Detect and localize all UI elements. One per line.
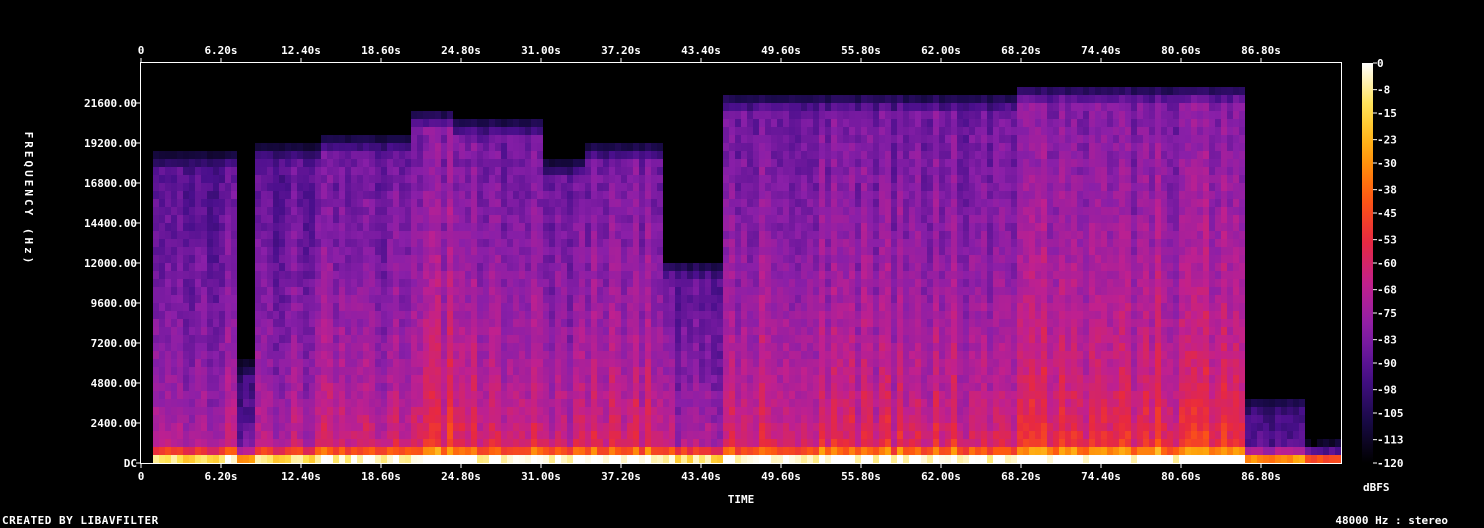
x-tick-bottom-label: 68.20s <box>1001 470 1041 483</box>
colorbar <box>1362 63 1373 463</box>
colorbar-tick-label: -8 <box>1377 84 1390 97</box>
audio-info-text: 48000 Hz : stereo <box>1335 514 1448 527</box>
colorbar-ticks: 0 -8 -15 -23 -30 -38 -45 -53 -60 -68 -75 -83 -90 -98 -… <box>1373 57 1404 470</box>
colorbar-tick-label: -38 <box>1377 184 1397 197</box>
x-tick-bottom-label: 86.80s <box>1241 470 1281 483</box>
x-tick-top-label: 31.00s <box>521 44 561 57</box>
x-tick-bottom-label: 6.20s <box>204 470 237 483</box>
x-tick-bottom-label: 74.40s <box>1081 470 1121 483</box>
x-tick-bottom-label: 49.60s <box>761 470 801 483</box>
x-axis-label: TIME <box>728 493 755 506</box>
colorbar-tick-label: -15 <box>1377 107 1397 120</box>
y-tick-label: 16800.00 <box>84 177 137 190</box>
x-tick-bottom-label: 24.80s <box>441 470 481 483</box>
x-axis-top: 0 6.20s 12.40s 18.60s 24.80s 31.00s 37.20s 43.4… <box>138 44 1281 63</box>
y-axis-label: FREQUENCY (Hz) <box>22 132 35 267</box>
x-tick-bottom-label: 55.80s <box>841 470 881 483</box>
y-tick-label: 2400.00 <box>91 417 137 430</box>
colorbar-tick-label: 0 <box>1377 57 1384 70</box>
x-tick-top-label: 0 <box>138 44 145 57</box>
x-tick-top-label: 74.40s <box>1081 44 1121 57</box>
spectrogram-chart: 0 6.20s 12.40s 18.60s 24.80s 31.00s 37.20s 43.4… <box>22 44 1404 506</box>
colorbar-tick-label: -68 <box>1377 284 1397 297</box>
y-tick-label: 7200.00 <box>91 337 137 350</box>
colorbar-tick-label: -75 <box>1377 307 1397 320</box>
spectrogram-image <box>141 63 1341 463</box>
colorbar-tick-label: -98 <box>1377 384 1397 397</box>
x-tick-top-label: 24.80s <box>441 44 481 57</box>
y-tick-label: 19200.00 <box>84 137 137 150</box>
x-tick-bottom-label: 31.00s <box>521 470 561 483</box>
x-tick-top-label: 55.80s <box>841 44 881 57</box>
x-tick-bottom-label: 37.20s <box>601 470 641 483</box>
x-tick-bottom-label: 80.60s <box>1161 470 1201 483</box>
x-tick-top-label: 12.40s <box>281 44 321 57</box>
y-tick-label: 21600.00 <box>84 97 137 110</box>
y-axis: DC 2400.00 4800.00 7200.00 9600.00 12000.00 14… <box>84 97 141 470</box>
colorbar-tick-label: -60 <box>1377 257 1397 270</box>
y-tick-label: 14400.00 <box>84 217 137 230</box>
colorbar-tick-label: -105 <box>1377 407 1404 420</box>
x-tick-top-label: 18.60s <box>361 44 401 57</box>
x-tick-top-label: 68.20s <box>1001 44 1041 57</box>
y-tick-label: 4800.00 <box>91 377 137 390</box>
x-tick-bottom-label: 43.40s <box>681 470 721 483</box>
x-tick-top-label: 62.00s <box>921 44 961 57</box>
x-tick-top-label: 49.60s <box>761 44 801 57</box>
y-tick-label: DC <box>124 457 137 470</box>
colorbar-tick-label: -113 <box>1377 434 1404 447</box>
x-tick-bottom-label: 62.00s <box>921 470 961 483</box>
x-axis-bottom: 0 6.20s 12.40s 18.60s 24.80s 31.00s 37.20s 43.4… <box>138 463 1281 483</box>
x-tick-bottom-label: 12.40s <box>281 470 321 483</box>
x-tick-top-label: 37.20s <box>601 44 641 57</box>
credit-text: CREATED BY LIBAVFILTER <box>2 514 159 527</box>
y-tick-label: 9600.00 <box>91 297 137 310</box>
colorbar-tick-label: -90 <box>1377 357 1397 370</box>
x-tick-top-label: 86.80s <box>1241 44 1281 57</box>
colorbar-tick-label: -120 <box>1377 457 1404 470</box>
colorbar-tick-label: -23 <box>1377 134 1397 147</box>
colorbar-tick-label: -83 <box>1377 334 1397 347</box>
colorbar-tick-label: -53 <box>1377 234 1397 247</box>
x-tick-top-label: 6.20s <box>204 44 237 57</box>
x-tick-top-label: 80.60s <box>1161 44 1201 57</box>
colorbar-label: dBFS <box>1363 481 1390 494</box>
x-tick-bottom-label: 18.60s <box>361 470 401 483</box>
x-tick-top-label: 43.40s <box>681 44 721 57</box>
y-tick-label: 12000.00 <box>84 257 137 270</box>
x-tick-bottom-label: 0 <box>138 470 145 483</box>
colorbar-tick-label: -30 <box>1377 157 1397 170</box>
colorbar-tick-label: -45 <box>1377 207 1397 220</box>
